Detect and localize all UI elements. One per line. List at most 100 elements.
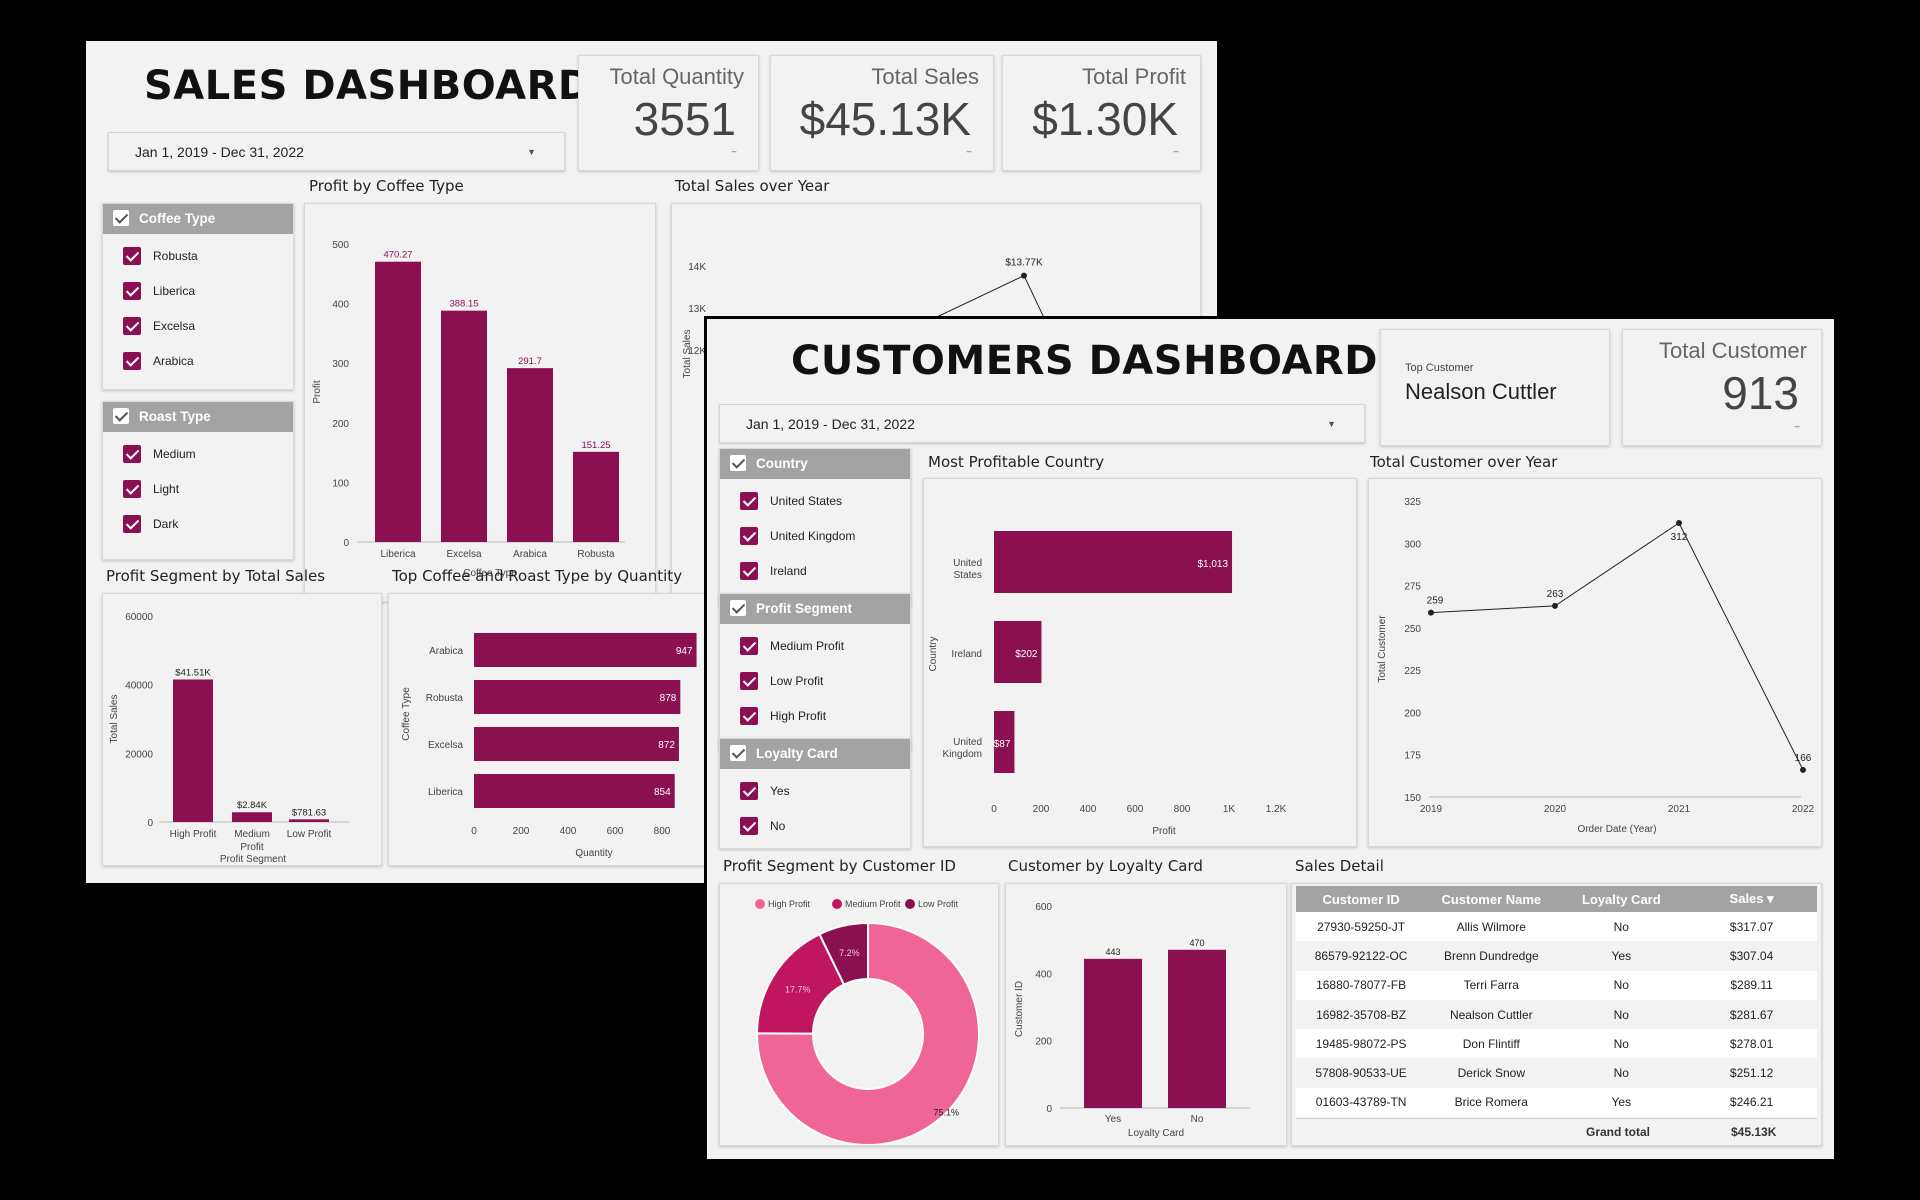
filter-title: Roast Type: [139, 409, 211, 424]
chart-svg: 0 20000 40000 60000 $41.51K $2.84K $781.63 High…: [109, 612, 349, 865]
y-tick-label: 275: [1404, 582, 1421, 593]
date-range-picker[interactable]: Jan 1, 2019 - Dec 31, 2022 ▼: [108, 132, 565, 171]
filter-header[interactable]: Roast Type: [103, 402, 293, 432]
checkbox-icon[interactable]: [730, 600, 746, 616]
y-tick-label: 13K: [688, 304, 706, 315]
checkbox-icon[interactable]: [123, 247, 141, 265]
bar: [441, 310, 487, 542]
checkbox-icon[interactable]: [123, 352, 141, 370]
table-row[interactable]: 57808-90533-UE Derick Snow No $251.12: [1296, 1058, 1817, 1087]
filter-header[interactable]: Profit Segment: [720, 594, 910, 624]
filter-title: Country: [756, 456, 808, 471]
bar: [375, 261, 421, 542]
data-label: 470: [1189, 938, 1204, 948]
table-row[interactable]: 01603-43789-TN Brice Romera Yes $246.21: [1296, 1087, 1817, 1118]
column-header[interactable]: Sales ▾: [1686, 886, 1817, 912]
table-row[interactable]: 19485-98072-PS Don Flintiff No $278.01: [1296, 1029, 1817, 1059]
x-tick-label: Arabica: [513, 549, 547, 560]
checkbox-icon[interactable]: [113, 408, 129, 424]
y-tick-label: Arabica: [429, 646, 463, 657]
checkbox-icon[interactable]: [113, 210, 129, 226]
bar: [994, 531, 1233, 593]
chart-svg: 150 175 200 225 250 275 300 325 259 2019 263 2020 31…: [1377, 497, 1815, 835]
checkbox-icon[interactable]: [740, 562, 758, 580]
data-label: 166: [1795, 753, 1812, 764]
checkbox-icon[interactable]: [740, 672, 758, 690]
table-cell: $281.67: [1729, 1007, 1774, 1022]
top-customer-label: Top Customer: [1405, 362, 1474, 374]
table-cell: Allis Wilmore: [1426, 912, 1557, 942]
checkbox-icon[interactable]: [123, 445, 141, 463]
date-range-value: Jan 1, 2019 - Dec 31, 2022: [135, 143, 304, 160]
kpi-value: $1.30K: [1032, 93, 1178, 145]
table-cell: $278.01: [1686, 1029, 1817, 1059]
checkbox-icon[interactable]: [730, 455, 746, 471]
y-tick-label: Liberica: [428, 787, 463, 798]
y-tick-label: Excelsa: [428, 740, 463, 751]
kpi-total-customer: Total Customer 913 ‾: [1622, 329, 1822, 446]
table-cell: No: [1556, 912, 1687, 942]
checkbox-icon[interactable]: [123, 515, 141, 533]
x-tick-label: 1K: [1223, 804, 1236, 815]
x-tick-label: 2022: [1792, 804, 1815, 815]
filter-header[interactable]: Loyalty Card: [720, 739, 910, 769]
chart-svg: High Profit Medium Profit Low Profit 75.1% 1…: [755, 899, 980, 1146]
x-axis-label: Profit: [1152, 826, 1176, 837]
table-row[interactable]: 16982-35708-BZ Nealson Cuttler No $281.67: [1296, 1000, 1817, 1029]
checkbox-icon[interactable]: [740, 817, 758, 835]
table-cell: $307.04: [1729, 948, 1774, 963]
table-row[interactable]: 16880-78077-FB Terri Farra No $289.11: [1296, 970, 1817, 1000]
y-tick-label: 225: [1404, 666, 1421, 677]
x-tick-label: 800: [1174, 804, 1191, 815]
table-row[interactable]: 27930-59250-JT Allis Wilmore No $317.07: [1296, 912, 1817, 942]
kpi-value: 913: [1722, 367, 1799, 419]
data-label: 291.7: [518, 356, 542, 367]
column-header[interactable]: Loyalty Card: [1556, 886, 1687, 912]
x-tick-label: High Profit: [170, 829, 217, 840]
table-cell: No: [1613, 1066, 1629, 1081]
x-tick-label: 400: [560, 826, 577, 837]
data-point: [1800, 766, 1806, 773]
checkbox-icon[interactable]: [123, 317, 141, 335]
y-tick-label: Robusta: [426, 693, 464, 704]
filter-title: Loyalty Card: [756, 746, 838, 761]
checkbox-icon[interactable]: [740, 492, 758, 510]
checkbox-icon[interactable]: [740, 782, 758, 800]
checkbox-icon[interactable]: [740, 637, 758, 655]
x-axis-label: Profit Segment: [220, 854, 286, 865]
x-tick-label: 0: [471, 826, 477, 837]
filter-header[interactable]: Country: [720, 449, 910, 479]
table-cell: No: [1556, 1029, 1687, 1059]
option-label: Low Profit: [770, 674, 824, 688]
checkbox-icon[interactable]: [740, 527, 758, 545]
grand-total-label: Grand total: [1586, 1125, 1651, 1139]
table-cell: $289.11: [1686, 970, 1817, 1000]
y-tick-label: 0: [343, 538, 349, 549]
bar: [474, 727, 679, 761]
table-row[interactable]: 86579-92122-OC Brenn Dundredge Yes $307.04: [1296, 941, 1817, 970]
data-label: 443: [1105, 947, 1120, 957]
page-title: CUSTOMERS DASHBOARD: [791, 338, 1378, 384]
section-title: Total Sales over Year: [675, 177, 830, 195]
y-tick-label: 400: [332, 300, 349, 311]
checkbox-icon[interactable]: [730, 745, 746, 761]
checkbox-icon[interactable]: [123, 282, 141, 300]
data-label: 7.2%: [839, 948, 860, 958]
table-cell: $246.21: [1686, 1087, 1817, 1118]
date-range-picker[interactable]: Jan 1, 2019 - Dec 31, 2022 ▼: [719, 404, 1365, 443]
column-header[interactable]: Customer ID: [1296, 886, 1427, 912]
y-tick-label: 150: [1404, 793, 1421, 804]
section-title: Customer by Loyalty Card: [1008, 857, 1203, 875]
table-cell: Nealson Cuttler: [1449, 1007, 1533, 1022]
data-label: 312: [1671, 532, 1688, 543]
kpi-value: $45.13K: [799, 93, 971, 145]
legend-swatch: [832, 899, 842, 909]
column-header[interactable]: Customer Name: [1426, 886, 1557, 912]
checkbox-icon[interactable]: [123, 480, 141, 498]
checkbox-icon[interactable]: [740, 707, 758, 725]
kpi-total-profit: Total Profit $1.30K ‾: [1002, 55, 1201, 171]
kpi-label: Total Quantity: [609, 64, 744, 89]
y-axis-label: Country: [928, 636, 939, 671]
filter-header[interactable]: Coffee Type: [103, 204, 293, 234]
bar: [507, 368, 553, 542]
